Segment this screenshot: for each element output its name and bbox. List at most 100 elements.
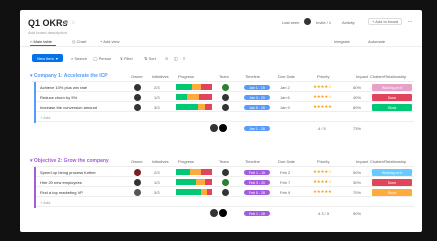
due-date[interactable]: Jan 9	[280, 105, 290, 110]
avatar[interactable]	[304, 18, 311, 25]
owner-avatar[interactable]	[134, 84, 141, 91]
invite-button[interactable]: Invite / 1	[316, 20, 331, 25]
person-filter-button[interactable]: ◯ Person	[93, 56, 111, 61]
filter-button[interactable]: ⊻ Filter	[120, 56, 133, 61]
group-by-icon[interactable]: ≡	[183, 56, 185, 61]
due-date[interactable]: Feb 9	[280, 190, 290, 195]
pin-icon[interactable]: ⊙	[165, 56, 168, 61]
hide-icon[interactable]: ◫	[174, 56, 178, 61]
column-header-impact[interactable]: Impact	[356, 74, 368, 79]
progress-bar[interactable]	[176, 84, 212, 90]
team-icon[interactable]	[222, 94, 229, 101]
impact-value[interactable]: 50%	[353, 170, 361, 175]
team-icon[interactable]	[222, 169, 229, 176]
search-button[interactable]: ⌕ Search	[71, 56, 87, 61]
initiatives-count[interactable]: 1/3	[154, 95, 160, 100]
impact-value[interactable]: 60%	[353, 85, 361, 90]
chatter-status[interactable]: Working on it	[372, 169, 412, 176]
column-header-initiatives[interactable]: Initiatives	[152, 159, 169, 164]
impact-value[interactable]: 30%	[353, 180, 361, 185]
activity-button[interactable]: Activity	[342, 20, 355, 25]
column-header-priority[interactable]: Priority	[317, 74, 329, 79]
team-icon[interactable]	[222, 189, 229, 196]
due-date[interactable]: Feb 7	[280, 180, 290, 185]
add-item-button[interactable]: + Add	[40, 115, 50, 120]
item-name[interactable]: Hire 20 new employees	[40, 180, 82, 185]
item-name[interactable]: Find a top marketing VP	[40, 190, 83, 195]
timeline-pill[interactable]: Feb 5 - 28	[244, 190, 270, 195]
item-name[interactable]: Reduce churn by 5%	[40, 95, 77, 100]
timeline-pill[interactable]: Feb 3 - 20	[244, 180, 270, 185]
impact-value[interactable]: 70%	[353, 190, 361, 195]
initiatives-count[interactable]: 2/3	[154, 85, 160, 90]
team-icon[interactable]	[222, 179, 229, 186]
priority-rating[interactable]: ★★★★☆	[313, 169, 332, 175]
column-header-chatter[interactable]: Chatter/Relationship	[370, 159, 406, 164]
owner-avatar[interactable]	[134, 179, 141, 186]
automate-button[interactable]: Automate	[368, 39, 385, 44]
due-date[interactable]: Feb 2	[280, 170, 290, 175]
chatter-status[interactable]: Stuck	[372, 189, 412, 196]
column-header-team[interactable]: Team	[219, 159, 229, 164]
owner-avatar[interactable]	[134, 104, 141, 111]
timeline-pill[interactable]: Jan 5 - 28	[244, 105, 270, 110]
chatter-status[interactable]: Done	[372, 94, 412, 101]
progress-bar[interactable]	[176, 94, 212, 100]
add-item-row[interactable]	[36, 197, 414, 207]
new-item-button[interactable]: New item ▾	[32, 54, 63, 62]
add-view-button[interactable]: + Add view	[100, 39, 119, 44]
tab-chart[interactable]: ◷ Chart	[72, 39, 86, 44]
priority-rating[interactable]: ★★★★☆	[313, 84, 332, 90]
column-header-owner[interactable]: Owner	[131, 159, 143, 164]
progress-bar[interactable]	[176, 179, 212, 185]
column-header-team[interactable]: Team	[219, 74, 229, 79]
add-item-button[interactable]: + Add	[40, 200, 50, 205]
column-header-initiatives[interactable]: Initiatives	[152, 74, 169, 79]
team-icon[interactable]	[222, 104, 229, 111]
team-icon[interactable]	[222, 84, 229, 91]
star-icon[interactable]: ☆	[71, 20, 75, 26]
item-name[interactable]: Increase the conversion amount	[40, 105, 97, 110]
add-item-row[interactable]	[36, 112, 414, 122]
board-title[interactable]: Q1 OKRs	[28, 18, 68, 28]
item-name[interactable]: Achieve 10% plus win rate	[40, 85, 87, 90]
owner-avatar[interactable]	[134, 169, 141, 176]
chatter-status[interactable]: Done	[372, 179, 412, 186]
initiatives-count[interactable]: 3/3	[154, 190, 160, 195]
column-header-progress[interactable]: Progress	[178, 159, 194, 164]
column-header-priority[interactable]: Priority	[317, 159, 329, 164]
timeline-pill[interactable]: Jan 1 - 15	[244, 85, 270, 90]
column-header-timeline[interactable]: Timeline	[245, 74, 260, 79]
column-header-impact[interactable]: Impact	[356, 159, 368, 164]
initiatives-count[interactable]: 3/3	[154, 105, 160, 110]
progress-bar[interactable]	[176, 104, 212, 110]
owner-avatar[interactable]	[134, 94, 141, 101]
owner-avatar[interactable]	[134, 189, 141, 196]
board-description[interactable]: Add board description	[28, 30, 67, 35]
priority-rating[interactable]: ★★★★☆	[313, 179, 332, 185]
due-date[interactable]: Jan 6	[280, 95, 290, 100]
timeline-pill[interactable]: Feb 1 - 15	[244, 170, 270, 175]
integrate-button[interactable]: Integrate	[334, 39, 350, 44]
chatter-status[interactable]: Stuck	[372, 104, 412, 111]
column-header-progress[interactable]: Progress	[178, 74, 194, 79]
column-header-due-date[interactable]: Due Date	[278, 74, 295, 79]
impact-value[interactable]: 80%	[353, 105, 361, 110]
add-to-board-button[interactable]: + Add to board	[368, 18, 403, 25]
priority-rating[interactable]: ★★★★☆	[313, 94, 332, 100]
column-header-timeline[interactable]: Timeline	[245, 159, 260, 164]
timeline-pill[interactable]: Jan 3 - 20	[244, 95, 270, 100]
sort-button[interactable]: ⇅ Sort	[144, 56, 156, 61]
initiatives-count[interactable]: 1/3	[154, 180, 160, 185]
group-title-1[interactable]: ▾ Company 1: Accelerate the ICP	[30, 73, 108, 79]
progress-bar[interactable]	[176, 189, 212, 195]
impact-value[interactable]: 40%	[353, 95, 361, 100]
item-name[interactable]: Speed up hiring process further	[40, 170, 96, 175]
column-header-chatter[interactable]: Chatter/Relationship	[370, 74, 406, 79]
due-date[interactable]: Jan 2	[280, 85, 290, 90]
group-title-2[interactable]: ▾ Objective 2: Grow the company	[30, 158, 109, 164]
initiatives-count[interactable]: 2/3	[154, 170, 160, 175]
chatter-status[interactable]: Working on it	[372, 84, 412, 91]
tab-main-table[interactable]: ⌂ Main table	[30, 39, 52, 44]
more-options-icon[interactable]: ...	[408, 18, 412, 24]
